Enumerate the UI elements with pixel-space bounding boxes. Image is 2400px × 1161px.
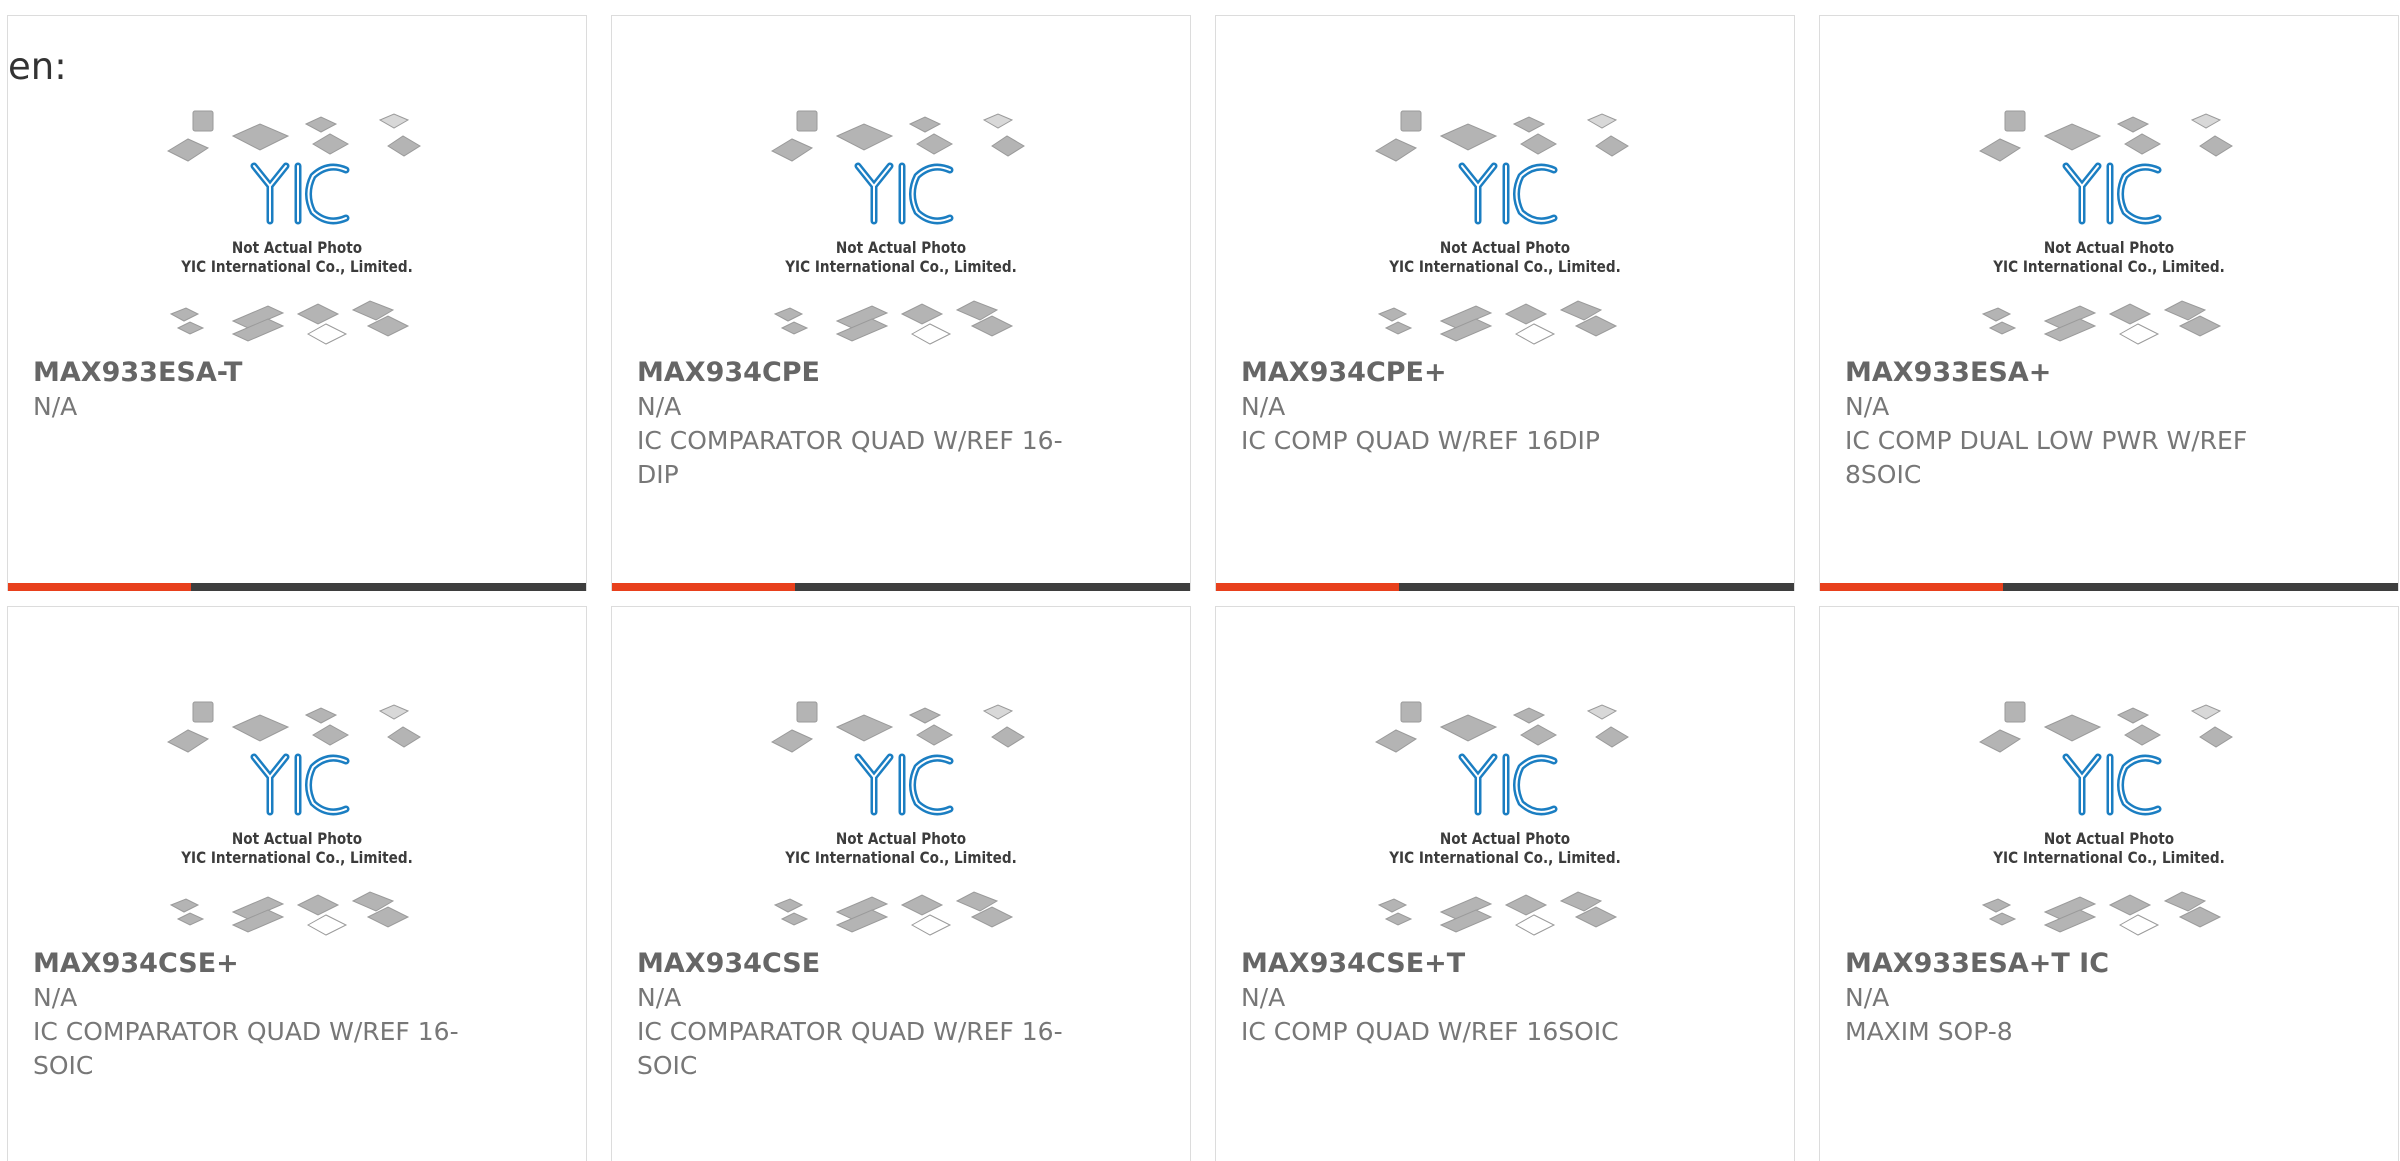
manufacturer: N/A	[33, 392, 78, 421]
product-card[interactable]: Not Actual Photo YIC International Co., …	[7, 606, 587, 1161]
manufacturer: N/A	[637, 392, 682, 421]
product-card[interactable]: Not Actual Photo YIC International Co., …	[1819, 606, 2399, 1161]
description: IC COMP QUAD W/REF 16DIP	[1241, 426, 1600, 455]
photo-caption-line2: YIC International Co., Limited.	[785, 257, 1017, 276]
photo-caption-line2: YIC International Co., Limited.	[1389, 257, 1621, 276]
placeholder-photo	[770, 701, 1025, 936]
photo-caption-line1: Not Actual Photo	[2043, 829, 2175, 848]
photo-caption-line2: YIC International Co., Limited.	[181, 848, 413, 867]
part-number-link[interactable]: MAX934CSE+T	[1241, 947, 1774, 981]
language-label: en:	[8, 45, 67, 88]
product-image[interactable]: Not Actual Photo YIC International Co., …	[1216, 607, 1794, 937]
photo-caption-line1: Not Actual Photo	[835, 238, 967, 257]
description: IC COMPARATOR QUAD W/REF 16-SOIC	[33, 1017, 459, 1080]
product-info: MAX934CSE N/A IC COMPARATOR QUAD W/REF 1…	[637, 947, 1170, 1083]
yic-logo-icon	[2062, 753, 2162, 816]
yic-logo-icon	[250, 162, 350, 225]
product-info: MAX933ESA-T N/A	[33, 356, 566, 424]
photo-caption-line1: Not Actual Photo	[1439, 829, 1571, 848]
photo-caption-line2: YIC International Co., Limited.	[1993, 257, 2225, 276]
part-number-link[interactable]: MAX934CPE	[637, 356, 1170, 390]
part-number-link[interactable]: MAX933ESA-T	[33, 356, 566, 390]
part-number-link[interactable]: MAX934CSE+	[33, 947, 566, 981]
product-card[interactable]: Not Actual Photo YIC International Co., …	[1215, 606, 1795, 1161]
placeholder-photo	[166, 701, 421, 936]
placeholder-photo	[1374, 701, 1629, 936]
product-image[interactable]: Not Actual Photo YIC International Co., …	[8, 16, 586, 346]
card-accent-bar	[8, 583, 191, 591]
placeholder-photo	[1978, 701, 2233, 936]
product-grid: Not Actual Photo YIC International Co., …	[0, 0, 2400, 1161]
placeholder-photo	[166, 110, 421, 345]
product-info: MAX934CSE+ N/A IC COMPARATOR QUAD W/REF …	[33, 947, 566, 1083]
product-image[interactable]: Not Actual Photo YIC International Co., …	[612, 16, 1190, 346]
photo-caption-line1: Not Actual Photo	[231, 238, 363, 257]
photo-caption-line2: YIC International Co., Limited.	[785, 848, 1017, 867]
placeholder-photo	[1374, 110, 1629, 345]
description: IC COMP DUAL LOW PWR W/REF 8SOIC	[1845, 426, 2248, 489]
part-number-link[interactable]: MAX933ESA+	[1845, 356, 2378, 390]
part-number-link[interactable]: MAX933ESA+T IC	[1845, 947, 2378, 981]
yic-logo-icon	[2062, 162, 2162, 225]
card-footer-bar	[1820, 583, 2398, 591]
photo-caption-line2: YIC International Co., Limited.	[1389, 848, 1621, 867]
manufacturer: N/A	[1845, 392, 1890, 421]
photo-caption-line2: YIC International Co., Limited.	[181, 257, 413, 276]
product-info: MAX933ESA+T IC N/A MAXIM SOP-8	[1845, 947, 2378, 1049]
card-accent-bar	[612, 583, 795, 591]
description: IC COMPARATOR QUAD W/REF 16-SOIC	[637, 1017, 1063, 1080]
product-image[interactable]: Not Actual Photo YIC International Co., …	[612, 607, 1190, 937]
product-card[interactable]: Not Actual Photo YIC International Co., …	[611, 606, 1191, 1161]
product-info: MAX933ESA+ N/A IC COMP DUAL LOW PWR W/RE…	[1845, 356, 2378, 492]
product-image[interactable]: Not Actual Photo YIC International Co., …	[1820, 607, 2398, 937]
photo-caption-line1: Not Actual Photo	[231, 829, 363, 848]
product-image[interactable]: Not Actual Photo YIC International Co., …	[1216, 16, 1794, 346]
product-card[interactable]: Not Actual Photo YIC International Co., …	[1215, 15, 1795, 591]
product-info: MAX934CPE+ N/A IC COMP QUAD W/REF 16DIP	[1241, 356, 1774, 458]
manufacturer: N/A	[1241, 392, 1286, 421]
yic-logo-icon	[854, 162, 954, 225]
card-accent-bar	[1216, 583, 1399, 591]
card-footer-bar	[8, 583, 586, 591]
placeholder-photo	[1978, 110, 2233, 345]
product-card[interactable]: Not Actual Photo YIC International Co., …	[1819, 15, 2399, 591]
product-image[interactable]: Not Actual Photo YIC International Co., …	[8, 607, 586, 937]
manufacturer: N/A	[1845, 983, 1890, 1012]
product-info: MAX934CSE+T N/A IC COMP QUAD W/REF 16SOI…	[1241, 947, 1774, 1049]
yic-logo-icon	[250, 753, 350, 816]
photo-caption-line1: Not Actual Photo	[835, 829, 967, 848]
description: MAXIM SOP-8	[1845, 1017, 2013, 1046]
product-card[interactable]: Not Actual Photo YIC International Co., …	[7, 15, 587, 591]
product-card[interactable]: Not Actual Photo YIC International Co., …	[611, 15, 1191, 591]
product-grid-page: en: Not Actual Photo YIC International C…	[0, 0, 2400, 1161]
part-number-link[interactable]: MAX934CSE	[637, 947, 1170, 981]
description: IC COMP QUAD W/REF 16SOIC	[1241, 1017, 1619, 1046]
manufacturer: N/A	[637, 983, 682, 1012]
description: IC COMPARATOR QUAD W/REF 16-DIP	[637, 426, 1063, 489]
card-footer-bar	[1216, 583, 1794, 591]
yic-logo-icon	[854, 753, 954, 816]
yic-logo-icon	[1458, 753, 1558, 816]
photo-caption-line1: Not Actual Photo	[2043, 238, 2175, 257]
photo-caption-line2: YIC International Co., Limited.	[1993, 848, 2225, 867]
part-number-link[interactable]: MAX934CPE+	[1241, 356, 1774, 390]
manufacturer: N/A	[1241, 983, 1286, 1012]
placeholder-photo	[770, 110, 1025, 345]
product-info: MAX934CPE N/A IC COMPARATOR QUAD W/REF 1…	[637, 356, 1170, 492]
card-footer-bar	[612, 583, 1190, 591]
manufacturer: N/A	[33, 983, 78, 1012]
product-image[interactable]: Not Actual Photo YIC International Co., …	[1820, 16, 2398, 346]
yic-logo-icon	[1458, 162, 1558, 225]
card-accent-bar	[1820, 583, 2003, 591]
photo-caption-line1: Not Actual Photo	[1439, 238, 1571, 257]
